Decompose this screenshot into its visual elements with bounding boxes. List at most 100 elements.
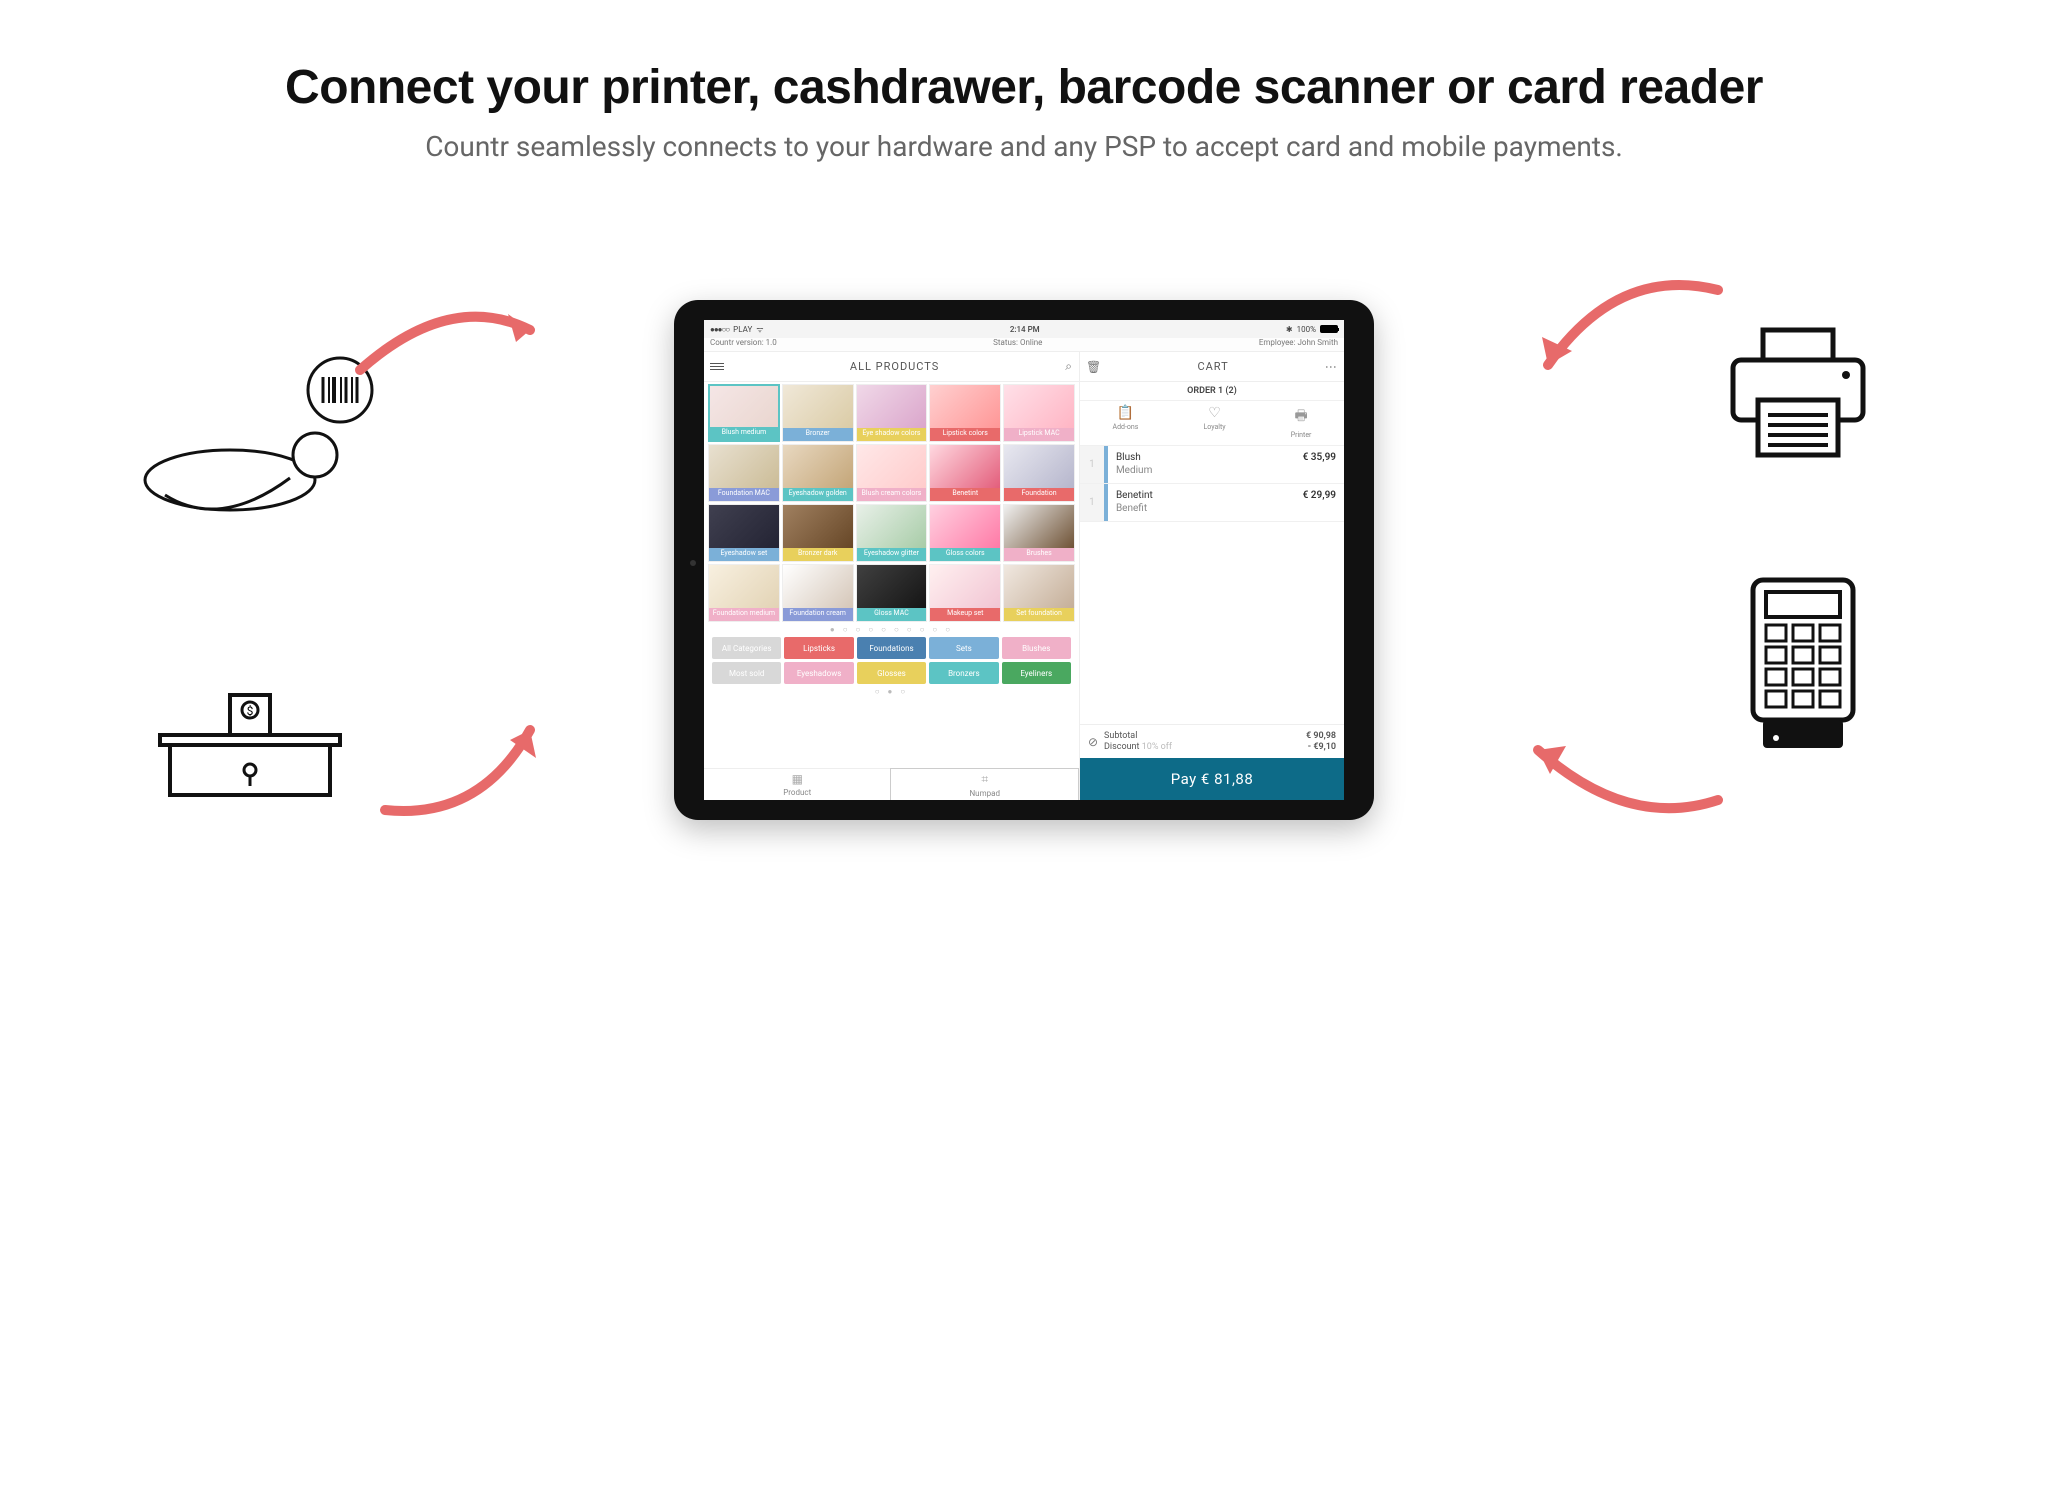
product-tile[interactable]: Lipstick colors — [929, 384, 1001, 442]
product-label: Bronzer dark — [783, 548, 853, 561]
page-subtitle: Countr seamlessly connects to your hardw… — [0, 130, 2048, 163]
tab-product[interactable]: ▦ Product — [704, 769, 890, 800]
trash-icon[interactable]: 🗑 — [1086, 360, 1102, 374]
cart-action-printer[interactable]: 🖶Printer — [1291, 405, 1312, 439]
bottom-tabs: ▦ Product ⌗ Numpad — [704, 768, 1079, 800]
products-pane: ALL PRODUCTS ⌕ Blush mediumBronzer Eye sh… — [704, 352, 1080, 800]
product-label: Eyeshadow glitter — [857, 548, 927, 561]
product-tile[interactable]: Bronzer — [782, 384, 854, 442]
cart-action-loyalty[interactable]: ♡Loyalty — [1203, 405, 1225, 439]
discount-label: Discount — [1104, 742, 1139, 752]
product-tile[interactable]: Benetint — [929, 444, 1001, 502]
product-tile[interactable]: Makeup set — [929, 564, 1001, 622]
category-tile[interactable]: Foundations — [857, 637, 926, 659]
product-tile[interactable]: Blush medium — [708, 384, 780, 442]
products-header: ALL PRODUCTS ⌕ — [704, 352, 1079, 382]
product-tile[interactable]: Eyeshadow glitter — [856, 504, 928, 562]
cart-item[interactable]: 1 BlushMedium € 35,99 — [1080, 446, 1344, 484]
product-tile[interactable]: Eyeshadow golden — [782, 444, 854, 502]
product-tile[interactable]: Lipstick MAC — [1003, 384, 1075, 442]
product-label: Benetint — [930, 488, 1000, 501]
product-label: Gloss colors — [930, 548, 1000, 561]
bluetooth-icon: ✱ — [1286, 325, 1293, 334]
pay-button[interactable]: Pay € 81,88 — [1080, 758, 1344, 800]
category-pager[interactable]: ○ ● ○ — [708, 684, 1075, 699]
product-tile[interactable]: Foundation MAC — [708, 444, 780, 502]
cart-title: CART — [1197, 360, 1228, 373]
category-tile[interactable]: Lipsticks — [784, 637, 853, 659]
product-label: Foundation medium — [709, 608, 779, 621]
product-tile[interactable]: Gloss colors — [929, 504, 1001, 562]
category-tile[interactable]: Glosses — [857, 662, 926, 684]
online-status: Status: Online — [993, 338, 1042, 351]
employee-label: Employee: John Smith — [1259, 338, 1338, 351]
arrow-cardreader — [1508, 710, 1738, 834]
product-label: Blush cream colors — [857, 488, 927, 501]
cart-header: 🗑 CART ⋮ — [1080, 352, 1344, 382]
cart-item-name: Benetint — [1116, 490, 1287, 503]
category-tile[interactable]: Eyeliners — [1002, 662, 1071, 684]
product-tile[interactable]: Eye shadow colors — [856, 384, 928, 442]
category-tile[interactable]: Eyeshadows — [784, 662, 853, 684]
product-tile[interactable]: Eyeshadow set — [708, 504, 780, 562]
product-label: Makeup set — [930, 608, 1000, 621]
tab-numpad[interactable]: ⌗ Numpad — [890, 768, 1078, 800]
cart-qty: 1 — [1080, 484, 1104, 521]
cart-action-label: Add-ons — [1113, 423, 1139, 431]
numpad-icon: ⌗ — [981, 772, 988, 787]
cart-item-name: Blush — [1116, 452, 1287, 465]
arrow-scanner — [340, 280, 560, 394]
grid-icon: ▦ — [792, 772, 803, 786]
tablet-frame: ●●●○○ PLAY ᯤ 2:14 PM ✱ 100% Countr versi… — [674, 300, 1374, 820]
search-icon[interactable]: ⌕ — [1065, 359, 1073, 374]
signal-dots-icon: ●●●○○ — [710, 325, 729, 334]
page-title: Connect your printer, cashdrawer, barcod… — [0, 60, 2048, 115]
product-tile[interactable]: Foundation cream — [782, 564, 854, 622]
tab-product-label: Product — [783, 788, 811, 797]
discount-value: - €9,10 — [1306, 742, 1336, 752]
category-tile[interactable]: All Categories — [712, 637, 781, 659]
product-tile[interactable]: Foundation — [1003, 444, 1075, 502]
category-tile[interactable]: Sets — [929, 637, 998, 659]
cart-action-label: Printer — [1291, 431, 1312, 439]
wifi-icon: ᯤ — [756, 324, 763, 335]
cart-action-add-ons[interactable]: 📋Add-ons — [1113, 405, 1139, 439]
tab-numpad-label: Numpad — [969, 789, 1000, 798]
product-label: Eyeshadow golden — [783, 488, 853, 501]
category-tile[interactable]: Most sold — [712, 662, 781, 684]
product-label: Bronzer — [783, 428, 853, 441]
product-tile[interactable]: Brushes — [1003, 504, 1075, 562]
menu-icon[interactable] — [710, 363, 724, 370]
arrow-cashdrawer — [370, 700, 570, 834]
battery-pct: 100% — [1297, 325, 1316, 334]
product-label: Lipstick MAC — [1004, 428, 1074, 441]
product-label: Foundation — [1004, 488, 1074, 501]
product-tile[interactable]: Bronzer dark — [782, 504, 854, 562]
product-label: Eye shadow colors — [857, 428, 927, 441]
product-label: Foundation cream — [783, 608, 853, 621]
info-bar: Countr version: 1.0 Status: Online Emplo… — [704, 338, 1344, 352]
cart-items: 1BlushMedium€ 35,991BenetintBenefit€ 29,… — [1080, 446, 1344, 724]
product-pager[interactable]: ● ○ ○ ○ ○ ○ ○ ○ ○ ○ — [708, 622, 1075, 637]
product-tile[interactable]: Gloss MAC — [856, 564, 928, 622]
cart-item-variant: Medium — [1116, 465, 1287, 478]
product-tile[interactable]: Set foundation — [1003, 564, 1075, 622]
category-grid: All CategoriesLipsticksFoundationsSetsBl… — [708, 637, 1075, 684]
product-label: Set foundation — [1004, 608, 1074, 621]
cart-item-price: € 35,99 — [1295, 446, 1344, 483]
cart-actions: 📋Add-ons ♡Loyalty 🖶Printer — [1080, 401, 1344, 446]
cart-item[interactable]: 1BenetintBenefit€ 29,99 — [1080, 484, 1344, 522]
clock: 2:14 PM — [1010, 325, 1040, 334]
product-label: Lipstick colors — [930, 428, 1000, 441]
product-tile[interactable]: Foundation medium — [708, 564, 780, 622]
discount-note: 10% off — [1142, 742, 1172, 752]
more-icon[interactable]: ⋮ — [1324, 361, 1338, 372]
cart-qty: 1 — [1080, 446, 1104, 483]
product-tile[interactable]: Blush cream colors — [856, 444, 928, 502]
cart-action-label: Loyalty — [1203, 423, 1225, 431]
category-tile[interactable]: Blushes — [1002, 637, 1071, 659]
category-tile[interactable]: Bronzers — [929, 662, 998, 684]
cart-item-variant: Benefit — [1116, 503, 1287, 516]
arrow-printer — [1518, 265, 1738, 399]
products-title: ALL PRODUCTS — [850, 360, 939, 373]
